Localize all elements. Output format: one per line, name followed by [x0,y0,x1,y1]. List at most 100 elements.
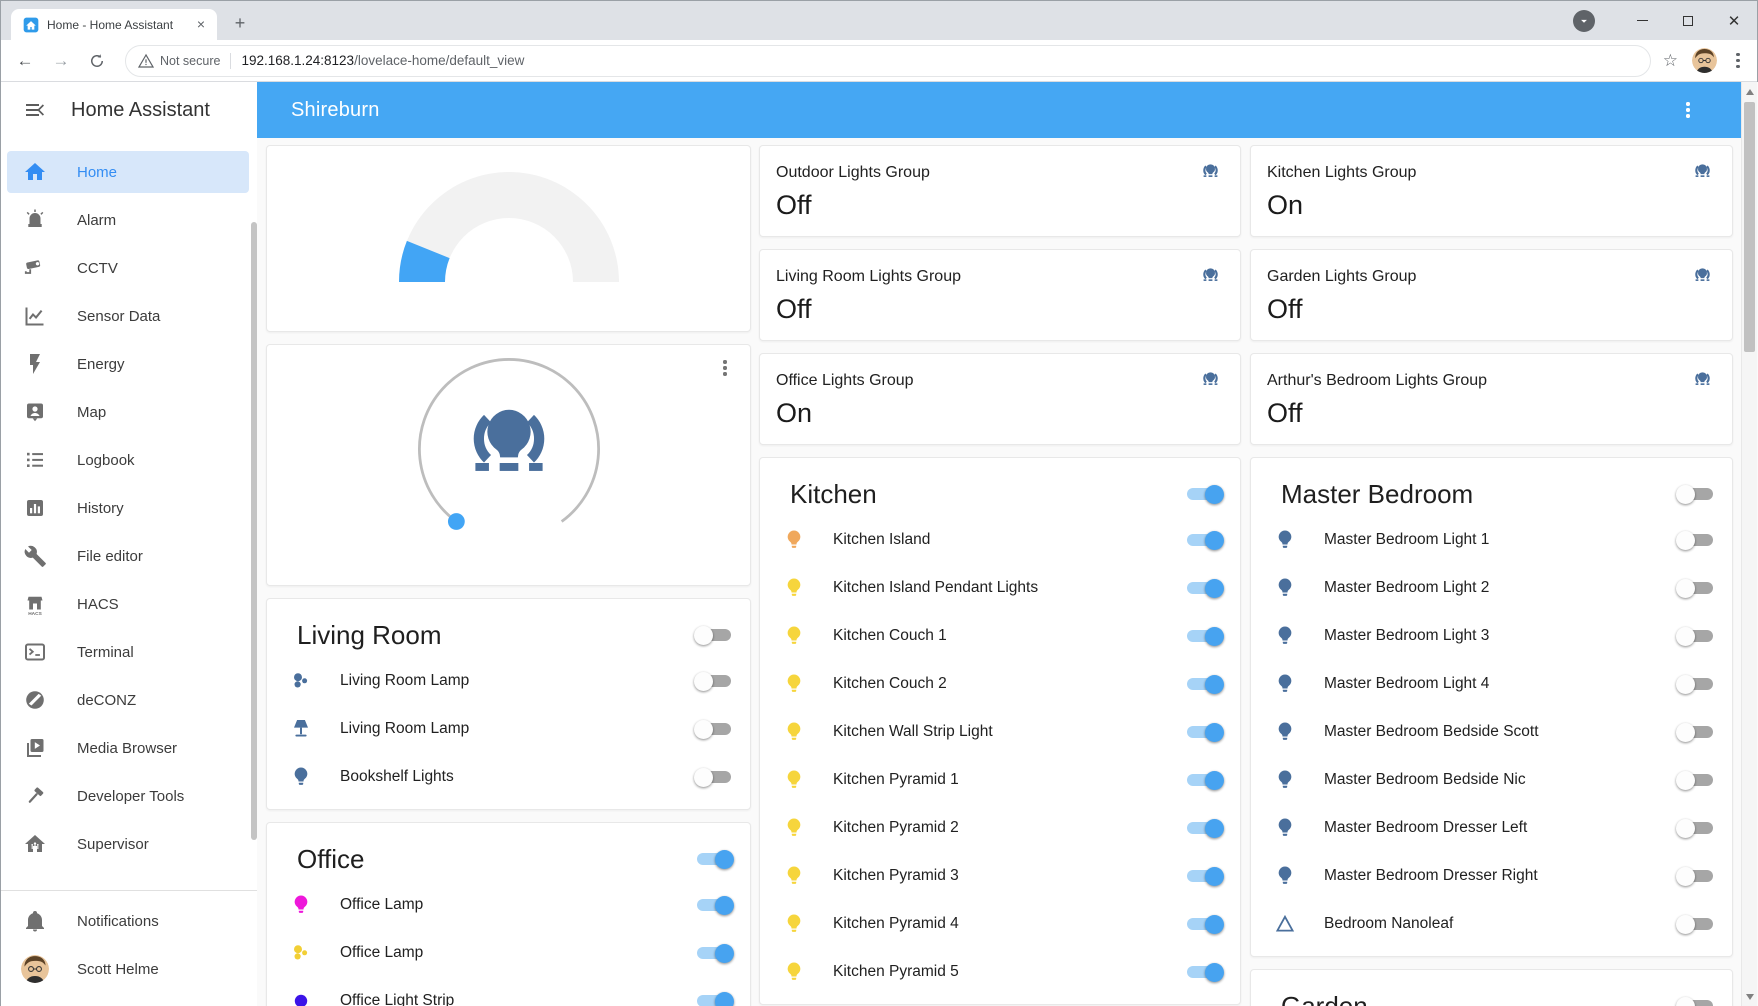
sidebar-item-terminal[interactable]: Terminal [1,628,257,676]
light-row[interactable]: Kitchen Island Pendant Lights [760,564,1240,612]
sidebar-item-scott-helme[interactable]: Scott Helme [1,945,257,993]
sidebar-item-sensor-data[interactable]: Sensor Data [1,292,257,340]
address-bar[interactable]: Not secure 192.168.1.24:8123/lovelace-ho… [125,45,1651,77]
sidebar-item-media-browser[interactable]: Media Browser [1,724,257,772]
light-row[interactable]: Kitchen Island [760,516,1240,564]
bulb-icon[interactable] [1273,864,1297,888]
sidebar-item-deconz[interactable]: deCONZ [1,676,257,724]
light-row[interactable]: Master Bedroom Bedside Nic [1251,756,1732,804]
light-row[interactable]: Living Room Lamp [267,657,750,705]
app-menu-icon[interactable] [1679,99,1697,121]
light-toggle[interactable] [1676,674,1716,695]
light-toggle[interactable] [694,991,734,1006]
circles-icon[interactable] [289,669,313,693]
bulb-icon[interactable] [782,864,806,888]
bulb-icon[interactable] [782,528,806,552]
lamp-icon[interactable] [289,717,313,741]
light-toggle[interactable] [1184,818,1224,839]
light-row[interactable]: Kitchen Wall Strip Light [760,708,1240,756]
light-toggle[interactable] [1676,722,1716,743]
light-row[interactable]: Kitchen Pyramid 1 [760,756,1240,804]
minimize-button[interactable] [1619,6,1665,36]
brightness-dial[interactable] [267,351,750,547]
light-toggle[interactable] [1184,578,1224,599]
light-row[interactable]: Master Bedroom Light 3 [1251,612,1732,660]
triangle-icon[interactable] [1273,912,1297,936]
sidebar-item-notifications[interactable]: Notifications [1,897,257,945]
sidebar-item-file-editor[interactable]: File editor [1,532,257,580]
light-toggle[interactable] [1676,578,1716,599]
back-button[interactable]: ← [11,47,39,75]
sidebar-item-developer-tools[interactable]: Developer Tools [1,772,257,820]
bulb-icon[interactable] [782,816,806,840]
page-scrollbar[interactable] [1741,82,1757,1006]
light-toggle[interactable] [1184,962,1224,983]
not-secure-label[interactable]: Not secure [160,54,220,68]
maximize-button[interactable] [1665,6,1711,36]
light-row[interactable]: Living Room Lamp [267,705,750,753]
sidebar-item-energy[interactable]: Energy [1,340,257,388]
light-row[interactable]: Master Bedroom Dresser Right [1251,852,1732,900]
light-row[interactable]: Kitchen Pyramid 4 [760,900,1240,948]
light-row[interactable]: Kitchen Pyramid 5 [760,948,1240,996]
light-toggle[interactable] [1184,530,1224,551]
scrollbar-thumb[interactable] [1744,102,1755,352]
bulb-icon[interactable] [782,576,806,600]
bulb-icon[interactable] [1273,720,1297,744]
light-row[interactable]: Master Bedroom Light 1 [1251,516,1732,564]
tab-close-icon[interactable]: × [193,17,209,33]
light-toggle[interactable] [1184,866,1224,887]
light-toggle[interactable] [1184,626,1224,647]
sidebar-item-alarm[interactable]: Alarm [1,196,257,244]
circles-icon[interactable] [289,941,313,965]
light-row[interactable]: Office Light Strip [267,977,750,1006]
light-toggle[interactable] [694,943,734,964]
light-row[interactable]: Office Lamp [267,881,750,929]
bulb-icon[interactable] [1273,816,1297,840]
circle-icon[interactable] [289,989,313,1006]
light-row[interactable]: Kitchen Pyramid 3 [760,852,1240,900]
sidebar-item-cctv[interactable]: CCTV [1,244,257,292]
light-toggle[interactable] [1676,484,1716,505]
light-toggle[interactable] [1676,770,1716,791]
bulb-icon[interactable] [782,720,806,744]
not-secure-warning-icon[interactable] [138,53,154,69]
browser-profile-avatar[interactable] [1692,48,1717,73]
light-toggle[interactable] [694,625,734,646]
new-tab-button[interactable]: + [227,11,253,37]
light-group-card[interactable]: Arthur's Bedroom Lights Group Off [1250,353,1733,445]
sidebar-item-home[interactable]: Home [1,148,257,196]
light-row[interactable]: Kitchen Couch 2 [760,660,1240,708]
light-toggle[interactable] [1184,722,1224,743]
light-group-card[interactable]: Garden Lights Group Off [1250,249,1733,341]
browser-menu-icon[interactable] [1729,50,1747,72]
light-row[interactable]: Master Bedroom Bedside Scott [1251,708,1732,756]
bulb-icon[interactable] [1273,624,1297,648]
scroll-down-icon[interactable] [1746,994,1754,1000]
light-row[interactable]: Kitchen Pyramid 2 [760,804,1240,852]
light-toggle[interactable] [694,719,734,740]
url-text[interactable]: 192.168.1.24:8123/lovelace-home/default_… [241,53,524,68]
light-toggle[interactable] [694,671,734,692]
forward-button[interactable]: → [47,47,75,75]
sidebar-item-history[interactable]: History [1,484,257,532]
light-row[interactable]: Bookshelf Lights [267,753,750,801]
bulb-icon[interactable] [782,768,806,792]
sidebar-item-hacs[interactable]: HACSHACS [1,580,257,628]
bulb-icon[interactable] [289,893,313,917]
light-row[interactable]: Master Bedroom Dresser Left [1251,804,1732,852]
light-toggle[interactable] [694,849,734,870]
light-toggle[interactable] [1184,770,1224,791]
light-toggle[interactable] [1676,626,1716,647]
light-toggle[interactable] [694,767,734,788]
bulb-icon[interactable] [1273,576,1297,600]
bulb-icon[interactable] [782,624,806,648]
browser-update-icon[interactable] [1573,10,1595,32]
light-toggle[interactable] [1676,818,1716,839]
sidebar-item-supervisor[interactable]: Supervisor [1,820,257,868]
bulb-icon[interactable] [782,960,806,984]
bookmark-star-icon[interactable]: ☆ [1663,51,1678,71]
bulb-icon[interactable] [1273,672,1297,696]
power-gauge-card[interactable] [266,145,751,332]
light-dial-card[interactable] [266,344,751,586]
